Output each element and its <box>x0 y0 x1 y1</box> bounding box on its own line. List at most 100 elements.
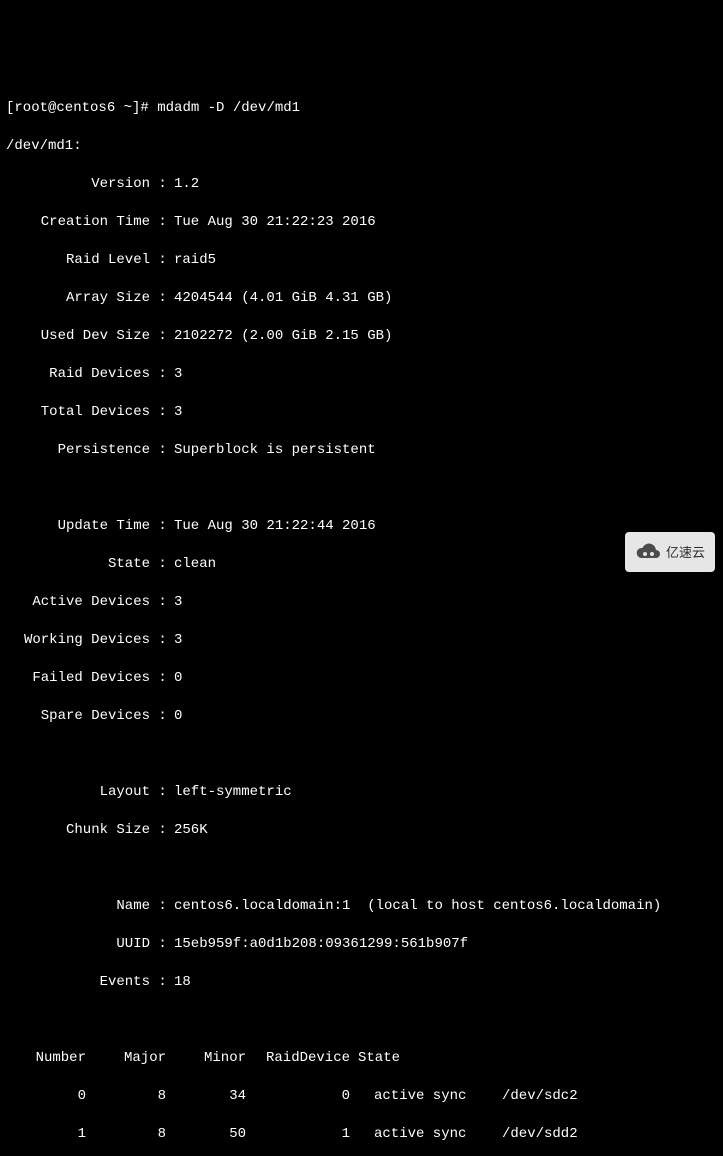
kv-sep: : <box>150 593 174 612</box>
kv-key: Layout <box>6 783 150 802</box>
cell-state: active sync <box>350 1125 502 1144</box>
kv-sep: : <box>150 289 174 308</box>
kv-val: 1.2 <box>174 175 199 194</box>
kv-val: 4204544 (4.01 GiB 4.31 GB) <box>174 289 392 308</box>
kv-key: Failed Devices <box>6 669 150 688</box>
kv-key: Persistence <box>6 441 150 460</box>
th-state: State <box>350 1049 406 1068</box>
kv-version: Version : 1.2 <box>6 175 717 194</box>
kv-key: Raid Devices <box>6 365 150 384</box>
device-table-header: NumberMajorMinorRaidDeviceState <box>6 1049 717 1068</box>
kv-sep: : <box>150 897 174 916</box>
kv-val: raid5 <box>174 251 216 270</box>
kv-total-devices: Total Devices : 3 <box>6 403 717 422</box>
kv-key: Events <box>6 973 150 992</box>
kv-val: left-symmetric <box>174 783 292 802</box>
typed-command: mdadm -D /dev/md1 <box>157 100 300 116</box>
kv-sep: : <box>150 517 174 536</box>
kv-val: 3 <box>174 403 182 422</box>
cell-minor: 34 <box>166 1087 246 1106</box>
kv-name: Name : centos6.localdomain:1 (local to h… <box>6 897 717 916</box>
kv-sep: : <box>150 213 174 232</box>
kv-sep: : <box>150 441 174 460</box>
th-raiddevice: RaidDevice <box>246 1049 350 1068</box>
kv-working-devices: Working Devices : 3 <box>6 631 717 650</box>
blank-line <box>6 1011 717 1030</box>
kv-raid-level: Raid Level : raid5 <box>6 251 717 270</box>
kv-layout: Layout : left-symmetric <box>6 783 717 802</box>
kv-sep: : <box>150 631 174 650</box>
cell-major: 8 <box>86 1125 166 1144</box>
kv-key: Version <box>6 175 150 194</box>
terminal-output: [root@centos6 ~]# mdadm -D /dev/md1 /dev… <box>6 80 717 1156</box>
kv-chunk-size: Chunk Size : 256K <box>6 821 717 840</box>
kv-array-size: Array Size : 4204544 (4.01 GiB 4.31 GB) <box>6 289 717 308</box>
kv-val: 3 <box>174 631 182 650</box>
kv-val: 15eb959f:a0d1b208:09361299:561b907f <box>174 935 468 954</box>
kv-key: Active Devices <box>6 593 150 612</box>
kv-update-time: Update Time : Tue Aug 30 21:22:44 2016 <box>6 517 717 536</box>
shell-prompt: [root@centos6 ~]# <box>6 100 157 116</box>
prompt-line-1: [root@centos6 ~]# mdadm -D /dev/md1 <box>6 99 717 118</box>
blank-line <box>6 479 717 498</box>
kv-state: State : clean <box>6 555 717 574</box>
kv-val: Tue Aug 30 21:22:23 2016 <box>174 213 376 232</box>
cell-device: /dev/sdd2 <box>502 1125 622 1144</box>
kv-val: 3 <box>174 365 182 384</box>
cell-device: /dev/sdc2 <box>502 1087 622 1106</box>
kv-sep: : <box>150 935 174 954</box>
kv-val: 2102272 (2.00 GiB 2.15 GB) <box>174 327 392 346</box>
kv-sep: : <box>150 175 174 194</box>
kv-val: 0 <box>174 669 182 688</box>
kv-spare-devices: Spare Devices : 0 <box>6 707 717 726</box>
cell-raiddevice: 0 <box>246 1087 350 1106</box>
kv-key: Total Devices <box>6 403 150 422</box>
kv-val: 0 <box>174 707 182 726</box>
kv-raid-devices: Raid Devices : 3 <box>6 365 717 384</box>
kv-val: Superblock is persistent <box>174 441 376 460</box>
cell-number: 1 <box>6 1125 86 1144</box>
kv-sep: : <box>150 251 174 270</box>
kv-sep: : <box>150 821 174 840</box>
cell-state: active sync <box>350 1087 502 1106</box>
kv-val: 18 <box>174 973 191 992</box>
kv-key: Update Time <box>6 517 150 536</box>
kv-key: Name <box>6 897 150 916</box>
kv-sep: : <box>150 327 174 346</box>
kv-key: Chunk Size <box>6 821 150 840</box>
kv-val: clean <box>174 555 216 574</box>
cell-major: 8 <box>86 1087 166 1106</box>
kv-key: Array Size <box>6 289 150 308</box>
cell-raiddevice: 1 <box>246 1125 350 1144</box>
kv-sep: : <box>150 403 174 422</box>
cell-minor: 50 <box>166 1125 246 1144</box>
table-row: 08340active sync/dev/sdc2 <box>6 1087 717 1106</box>
table-row: 18501active sync/dev/sdd2 <box>6 1125 717 1144</box>
kv-val: centos6.localdomain:1 (local to host cen… <box>174 897 661 916</box>
cell-number: 0 <box>6 1087 86 1106</box>
kv-sep: : <box>150 365 174 384</box>
kv-key: Spare Devices <box>6 707 150 726</box>
kv-key: Working Devices <box>6 631 150 650</box>
kv-sep: : <box>150 669 174 688</box>
kv-creation-time: Creation Time : Tue Aug 30 21:22:23 2016 <box>6 213 717 232</box>
kv-key: Creation Time <box>6 213 150 232</box>
kv-uuid: UUID : 15eb959f:a0d1b208:09361299:561b90… <box>6 935 717 954</box>
kv-val: 256K <box>174 821 208 840</box>
kv-key: State <box>6 555 150 574</box>
kv-val: 3 <box>174 593 182 612</box>
th-number: Number <box>6 1049 86 1068</box>
kv-events: Events : 18 <box>6 973 717 992</box>
kv-key: UUID <box>6 935 150 954</box>
kv-sep: : <box>150 783 174 802</box>
kv-val: Tue Aug 30 21:22:44 2016 <box>174 517 376 536</box>
device-header: /dev/md1: <box>6 137 717 156</box>
kv-sep: : <box>150 973 174 992</box>
kv-sep: : <box>150 555 174 574</box>
th-major: Major <box>86 1049 166 1068</box>
blank-line <box>6 745 717 764</box>
kv-key: Raid Level <box>6 251 150 270</box>
kv-used-dev-size: Used Dev Size : 2102272 (2.00 GiB 2.15 G… <box>6 327 717 346</box>
kv-failed-devices: Failed Devices : 0 <box>6 669 717 688</box>
kv-sep: : <box>150 707 174 726</box>
